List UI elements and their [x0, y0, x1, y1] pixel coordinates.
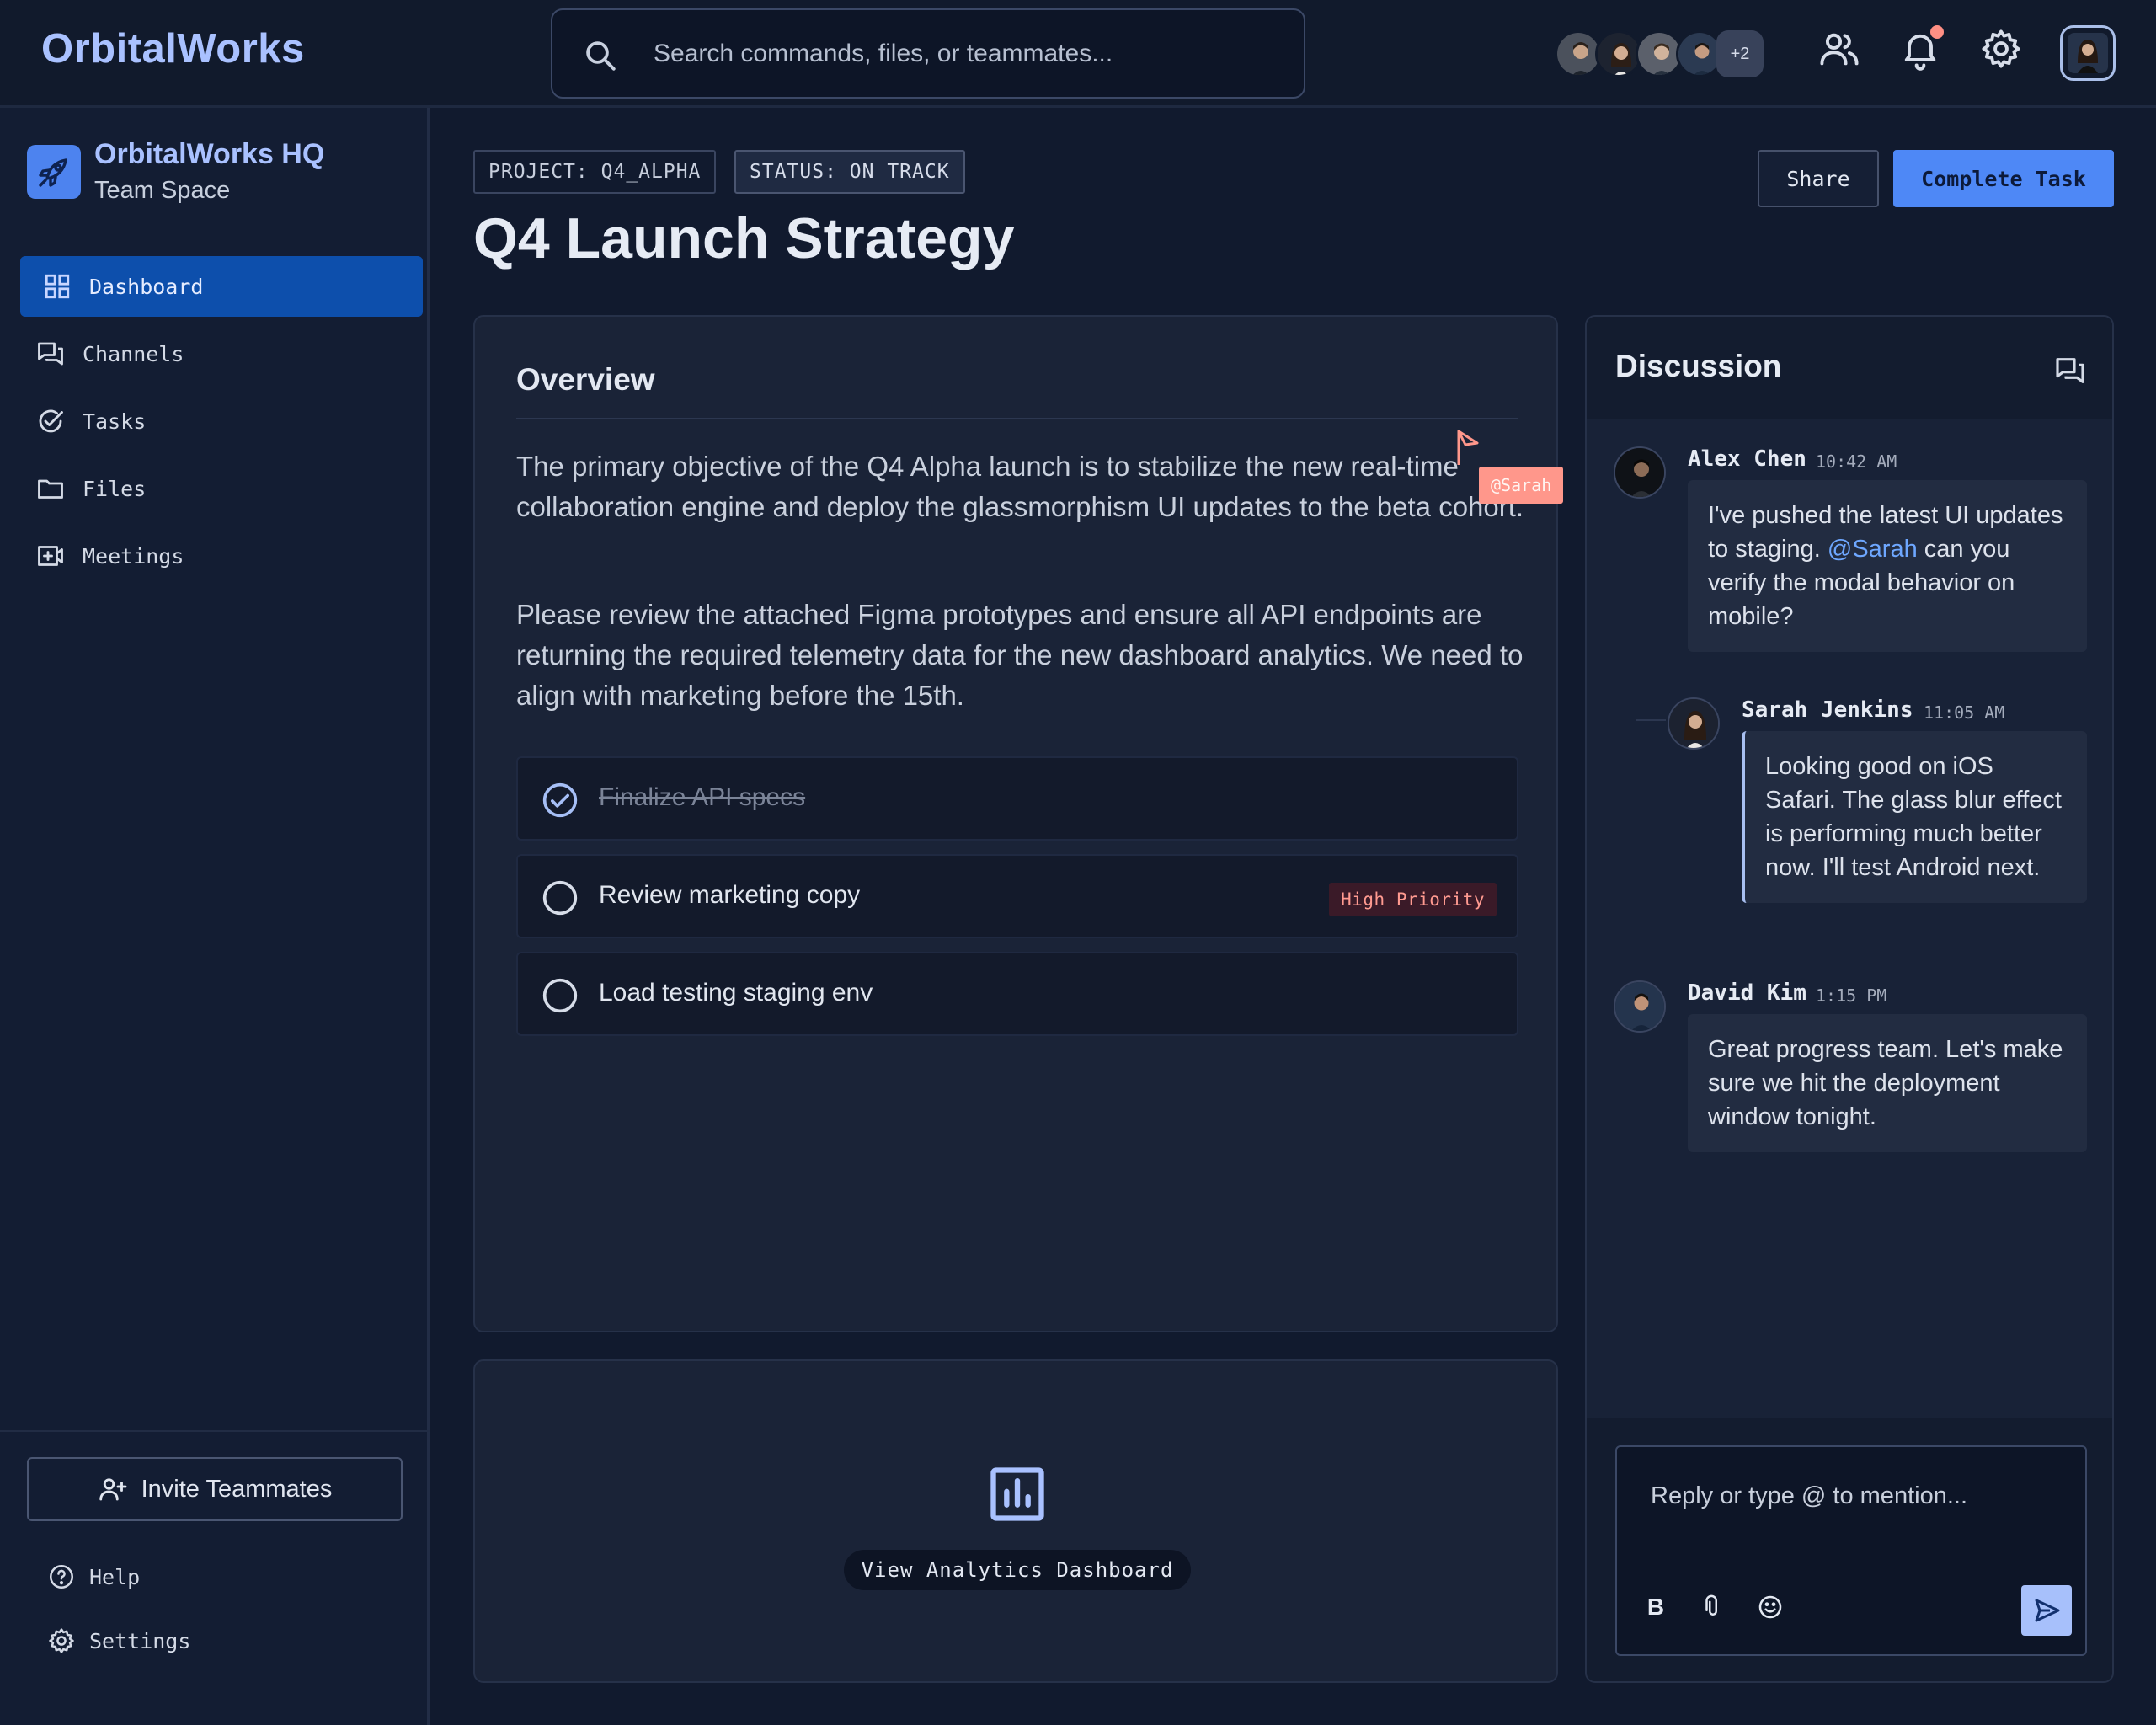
collaborator-cursor-label: @Sarah	[1479, 467, 1564, 504]
sidebar-item-dashboard[interactable]: Dashboard	[20, 256, 423, 317]
share-button[interactable]: Share	[1758, 150, 1879, 207]
top-bar: OrbitalWorks +2	[0, 0, 2156, 108]
smiley-icon	[1758, 1595, 1782, 1619]
view-analytics-button[interactable]: View Analytics Dashboard	[844, 1550, 1191, 1590]
sidebar-item-label: Tasks	[83, 409, 147, 434]
sidebar-item-meetings[interactable]: Meetings	[20, 526, 423, 586]
message-text: Looking good on iOS Safari. The glass bl…	[1765, 753, 2062, 881]
invite-teammates-button[interactable]: Invite Teammates	[27, 1457, 403, 1521]
divider	[516, 418, 1518, 419]
paperclip-icon	[1705, 1594, 1717, 1616]
message-author: Alex Chen	[1688, 446, 1806, 472]
bold-icon: B	[1646, 1594, 1665, 1620]
thread-connector	[1636, 719, 1666, 721]
message-bubble: Great progress team. Let's make sure we …	[1688, 1014, 2087, 1152]
search-icon	[586, 41, 616, 71]
unchecked-circle-icon[interactable]	[542, 879, 579, 916]
project-tag: PROJECT: Q4_ALPHA	[473, 150, 717, 194]
overview-title: Overview	[516, 362, 655, 397]
settings-label: Settings	[89, 1628, 191, 1653]
task-item[interactable]: Finalize API specs	[516, 756, 1518, 841]
settings-icon	[49, 1628, 74, 1653]
task-item[interactable]: Load testing staging env	[516, 952, 1518, 1036]
message-bubble: Looking good on iOS Safari. The glass bl…	[1742, 731, 2087, 903]
add-user-icon	[99, 1478, 127, 1501]
team-icon[interactable]	[1817, 27, 1861, 71]
bold-button[interactable]: B	[1641, 1592, 1671, 1622]
send-icon	[2035, 1599, 2060, 1622]
video-add-icon	[34, 539, 67, 573]
message-text: Great progress team. Let's make sure we …	[1708, 1036, 2063, 1130]
send-button[interactable]	[2021, 1585, 2072, 1636]
checked-circle-icon[interactable]	[542, 782, 579, 819]
check-circle-icon	[34, 404, 67, 438]
notification-dot	[1930, 25, 1944, 39]
overview-paragraph: The primary objective of the Q4 Alpha la…	[516, 451, 1524, 522]
chat-icon	[34, 337, 67, 371]
search-input[interactable]	[654, 35, 1277, 72]
sidebar-item-label: Channels	[83, 341, 184, 366]
sidebar-item-tasks[interactable]: Tasks	[20, 391, 423, 451]
sidebar-nav: Dashboard Channels Tasks Files Meetings	[20, 256, 423, 593]
discussion-title: Discussion	[1615, 349, 1782, 383]
message-author: David Kim	[1688, 980, 1806, 1006]
overview-paragraph: Please review the attached Figma prototy…	[516, 599, 1524, 711]
analytics-card[interactable]: View Analytics Dashboard	[473, 1359, 1558, 1683]
avatar[interactable]	[1668, 697, 1720, 750]
invite-label: Invite Teammates	[141, 1475, 333, 1503]
cursor-icon	[1457, 430, 1479, 465]
more-members-badge[interactable]: +2	[1716, 30, 1764, 77]
message-author: Sarah Jenkins	[1742, 697, 1913, 723]
page-title: Q4 Launch Strategy	[473, 206, 1015, 270]
grid-icon	[40, 270, 74, 303]
complete-task-button[interactable]: Complete Task	[1893, 150, 2114, 207]
help-label: Help	[89, 1564, 141, 1589]
task-label: Review marketing copy	[599, 881, 861, 909]
task-label: Finalize API specs	[599, 783, 806, 811]
sidebar-item-label: Meetings	[83, 543, 184, 569]
user-avatar[interactable]	[2060, 25, 2116, 81]
sidebar-item-label: Dashboard	[89, 274, 204, 299]
discussion-panel: Discussion Alex Chen 10:42 AM I've pushe…	[1585, 315, 2114, 1683]
message-time: 10:42 AM	[1816, 451, 1897, 472]
message-time: 11:05 AM	[1924, 702, 2005, 723]
avatar[interactable]	[1614, 980, 1666, 1033]
task-label: Load testing staging env	[599, 979, 873, 1007]
search-bar[interactable]	[551, 8, 1305, 99]
avatar[interactable]	[1614, 446, 1666, 499]
settings-link[interactable]: Settings	[47, 1622, 190, 1659]
attach-button[interactable]	[1698, 1592, 1728, 1622]
emoji-button[interactable]	[1755, 1592, 1785, 1622]
rocket-icon[interactable]	[27, 145, 81, 199]
sidebar-item-label: Files	[83, 476, 147, 501]
task-item[interactable]: Review marketing copy High Priority	[516, 854, 1518, 938]
mention-link[interactable]: @Sarah	[1828, 536, 1918, 563]
help-icon	[49, 1564, 74, 1589]
workspace-name[interactable]: OrbitalWorks HQ	[94, 138, 324, 171]
message-time: 1:15 PM	[1816, 985, 1887, 1006]
priority-badge: High Priority	[1329, 883, 1497, 916]
overview-card: Overview The primary objective of the Q4…	[473, 315, 1558, 1332]
reply-composer[interactable]: B	[1615, 1445, 2087, 1656]
chat-icon[interactable]	[2053, 354, 2087, 387]
sidebar-item-channels[interactable]: Channels	[20, 323, 423, 384]
sidebar-item-files[interactable]: Files	[20, 458, 423, 519]
app-logo[interactable]: OrbitalWorks	[41, 25, 305, 72]
user-avatar-image	[2068, 33, 2108, 73]
gear-icon[interactable]	[1979, 27, 2023, 71]
workspace-subtitle: Team Space	[94, 177, 231, 204]
folder-icon	[34, 472, 67, 505]
sidebar-divider	[0, 1430, 430, 1432]
status-badge: STATUS: ON TRACK	[734, 150, 965, 194]
unchecked-circle-icon[interactable]	[542, 977, 579, 1014]
discussion-header: Discussion	[1587, 317, 2112, 419]
message-bubble: I've pushed the latest UI updates to sta…	[1688, 480, 2087, 652]
bar-chart-icon	[990, 1467, 1044, 1521]
help-link[interactable]: Help	[47, 1558, 140, 1595]
sidebar: OrbitalWorks HQ Team Space Dashboard Cha…	[0, 108, 430, 1725]
reply-input[interactable]	[1651, 1477, 2055, 1514]
